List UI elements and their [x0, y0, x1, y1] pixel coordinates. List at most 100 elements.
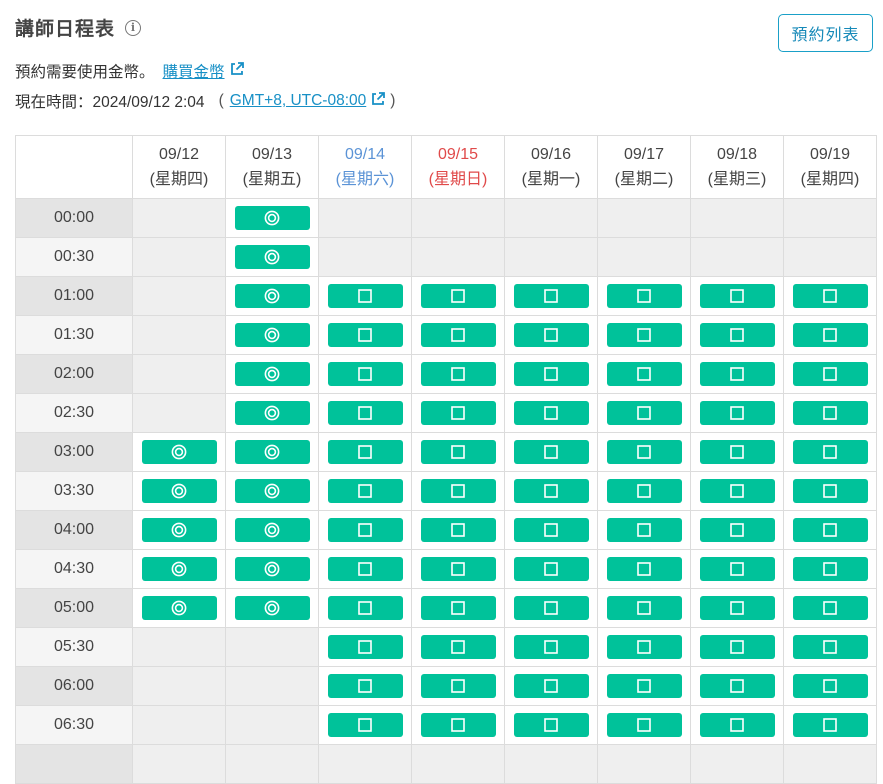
bookable-slot-button[interactable] [699, 401, 775, 425]
available-slot-button[interactable] [234, 596, 310, 620]
bookable-slot-button[interactable] [792, 596, 868, 620]
bookable-slot-button[interactable] [699, 479, 775, 503]
bookable-slot-button[interactable] [699, 674, 775, 698]
bookable-slot-button[interactable] [420, 479, 496, 503]
bookable-slot-button[interactable] [513, 401, 589, 425]
bookable-slot-button[interactable] [513, 596, 589, 620]
bookable-slot-button[interactable] [513, 557, 589, 581]
bookable-slot-button[interactable] [327, 323, 403, 347]
bookable-slot-button[interactable] [327, 674, 403, 698]
available-slot-button[interactable] [234, 323, 310, 347]
buy-coins-link[interactable]: 購買金幣 [163, 60, 225, 82]
bookable-slot-button[interactable] [606, 713, 682, 737]
bookable-slot-button[interactable] [792, 362, 868, 386]
bookable-slot-button[interactable] [699, 635, 775, 659]
bookable-slot-button[interactable] [699, 284, 775, 308]
bookable-slot-button[interactable] [513, 323, 589, 347]
bookable-slot-button[interactable] [420, 440, 496, 464]
slot-cell [133, 199, 226, 238]
bookable-slot-button[interactable] [420, 518, 496, 542]
bookable-slot-button[interactable] [792, 557, 868, 581]
bookable-slot-button[interactable] [606, 479, 682, 503]
bookable-slot-button[interactable] [606, 401, 682, 425]
external-link-icon[interactable] [370, 91, 386, 112]
bookable-slot-button[interactable] [699, 713, 775, 737]
bookable-slot-button[interactable] [606, 557, 682, 581]
bookable-slot-button[interactable] [327, 362, 403, 386]
bookable-slot-button[interactable] [792, 713, 868, 737]
available-slot-button[interactable] [141, 440, 217, 464]
bookable-slot-button[interactable] [420, 401, 496, 425]
bookable-slot-button[interactable] [606, 440, 682, 464]
bookable-slot-button[interactable] [792, 323, 868, 347]
bookable-slot-button[interactable] [699, 596, 775, 620]
bookable-slot-button[interactable] [513, 635, 589, 659]
available-slot-button[interactable] [234, 479, 310, 503]
available-slot-button[interactable] [141, 518, 217, 542]
bookable-slot-button[interactable] [420, 284, 496, 308]
available-slot-button[interactable] [234, 362, 310, 386]
timezone-link[interactable]: GMT+8, UTC-08:00 [230, 92, 367, 110]
bookable-slot-button[interactable] [420, 362, 496, 386]
available-slot-button[interactable] [234, 401, 310, 425]
bookable-slot-button[interactable] [420, 674, 496, 698]
bookable-slot-button[interactable] [792, 440, 868, 464]
square-slot-icon [729, 717, 745, 733]
bookable-slot-button[interactable] [327, 284, 403, 308]
bookable-slot-button[interactable] [699, 362, 775, 386]
bookable-slot-button[interactable] [513, 440, 589, 464]
bookable-slot-button[interactable] [513, 518, 589, 542]
bookable-slot-button[interactable] [513, 674, 589, 698]
square-slot-icon [636, 405, 652, 421]
available-slot-button[interactable] [234, 557, 310, 581]
bookable-slot-button[interactable] [513, 362, 589, 386]
available-slot-button[interactable] [234, 245, 310, 269]
bookable-slot-button[interactable] [606, 635, 682, 659]
available-slot-button[interactable] [234, 440, 310, 464]
bookable-slot-button[interactable] [327, 713, 403, 737]
booking-list-button[interactable]: 預約列表 [778, 14, 873, 52]
bookable-slot-button[interactable] [327, 479, 403, 503]
available-slot-button[interactable] [234, 206, 310, 230]
bookable-slot-button[interactable] [792, 284, 868, 308]
available-slot-button[interactable] [234, 518, 310, 542]
bookable-slot-button[interactable] [699, 518, 775, 542]
info-icon[interactable]: i [125, 19, 142, 36]
bookable-slot-button[interactable] [792, 518, 868, 542]
bookable-slot-button[interactable] [327, 440, 403, 464]
bookable-slot-button[interactable] [327, 518, 403, 542]
bookable-slot-button[interactable] [513, 713, 589, 737]
square-slot-icon [543, 444, 559, 460]
square-slot-icon [636, 327, 652, 343]
square-slot-icon [822, 717, 838, 733]
bookable-slot-button[interactable] [420, 557, 496, 581]
bookable-slot-button[interactable] [699, 440, 775, 464]
bookable-slot-button[interactable] [606, 323, 682, 347]
bookable-slot-button[interactable] [792, 635, 868, 659]
bookable-slot-button[interactable] [606, 596, 682, 620]
bookable-slot-button[interactable] [513, 284, 589, 308]
external-link-icon[interactable] [229, 61, 245, 82]
bookable-slot-button[interactable] [420, 323, 496, 347]
bookable-slot-button[interactable] [699, 323, 775, 347]
bookable-slot-button[interactable] [327, 401, 403, 425]
bookable-slot-button[interactable] [792, 401, 868, 425]
available-slot-button[interactable] [141, 479, 217, 503]
available-slot-button[interactable] [234, 284, 310, 308]
bookable-slot-button[interactable] [513, 479, 589, 503]
bookable-slot-button[interactable] [606, 518, 682, 542]
bookable-slot-button[interactable] [792, 674, 868, 698]
bookable-slot-button[interactable] [699, 557, 775, 581]
bookable-slot-button[interactable] [420, 596, 496, 620]
bookable-slot-button[interactable] [327, 596, 403, 620]
available-slot-button[interactable] [141, 596, 217, 620]
bookable-slot-button[interactable] [606, 284, 682, 308]
bookable-slot-button[interactable] [327, 557, 403, 581]
bookable-slot-button[interactable] [420, 713, 496, 737]
bookable-slot-button[interactable] [606, 362, 682, 386]
bookable-slot-button[interactable] [327, 635, 403, 659]
available-slot-button[interactable] [141, 557, 217, 581]
bookable-slot-button[interactable] [792, 479, 868, 503]
bookable-slot-button[interactable] [420, 635, 496, 659]
bookable-slot-button[interactable] [606, 674, 682, 698]
